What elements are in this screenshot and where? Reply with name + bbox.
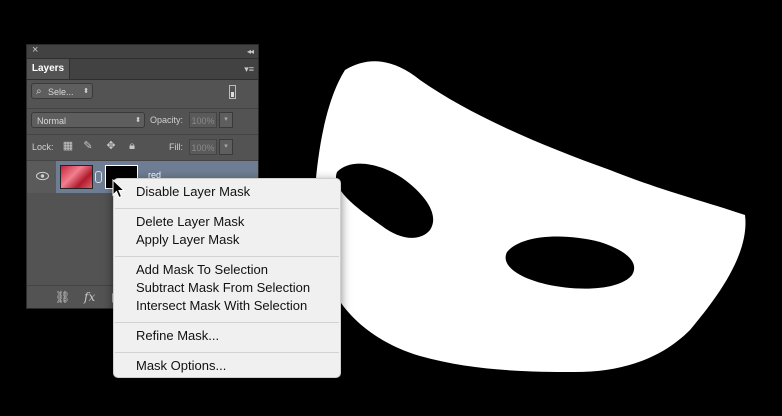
filter-toggle-switch[interactable] [229, 85, 236, 99]
cursor-arrow-icon [112, 179, 126, 199]
panel-menu-icon[interactable]: ▾≡ [244, 63, 254, 75]
lock-image-pixels-icon[interactable]: ✎ [82, 140, 94, 152]
fill-field[interactable]: 100% [189, 139, 217, 155]
menu-separator [115, 322, 339, 323]
filter-kind-label: Sele... [48, 87, 74, 97]
collapse-icon[interactable]: ◂◂ [247, 45, 254, 58]
filter-kind-select[interactable]: ⌕ Sele... ⬍ [31, 83, 93, 99]
eye-icon[interactable] [36, 171, 49, 181]
fx-icon[interactable]: fx [84, 289, 95, 305]
menu-item-mask-options[interactable]: Mask Options... [136, 357, 226, 375]
link-layers-icon[interactable]: ⛓︎ [55, 289, 70, 305]
opacity-label: Opacity: [150, 115, 184, 125]
lock-row: Lock: ▦ ✎ ✥ 🔒︎ Fill: 100% ▾ [27, 134, 258, 161]
menu-separator [115, 256, 339, 257]
layer-thumbnail[interactable] [60, 165, 93, 189]
close-icon[interactable]: × [32, 44, 38, 57]
menu-separator [115, 352, 339, 353]
panel-tab-bar: Layers ▾≡ [27, 59, 258, 80]
menu-separator [115, 208, 339, 209]
menu-item-add-mask-to-selection[interactable]: Add Mask To Selection [136, 261, 268, 279]
panel-title-bar: × ◂◂ [27, 44, 258, 59]
tab-layers[interactable]: Layers [27, 59, 70, 79]
blend-mode-select[interactable]: Normal ⬍ [31, 112, 145, 128]
menu-item-subtract-mask-from-selection[interactable]: Subtract Mask From Selection [136, 279, 310, 297]
menu-item-intersect-mask-with-selection[interactable]: Intersect Mask With Selection [136, 297, 307, 315]
opacity-dropdown-button[interactable]: ▾ [219, 112, 233, 128]
menu-item-apply-layer-mask[interactable]: Apply Layer Mask [136, 231, 239, 249]
lock-label: Lock: [32, 142, 54, 152]
blend-mode-value: Normal [37, 116, 67, 126]
search-icon: ⌕ [36, 86, 42, 97]
filter-row: ⌕ Sele... ⬍ [27, 80, 258, 109]
menu-item-disable-layer-mask[interactable]: Disable Layer Mask [136, 183, 250, 201]
layer-mask-context-menu: Disable Layer Mask Delete Layer Mask App… [113, 178, 341, 378]
fill-label: Fill: [169, 142, 183, 152]
fill-dropdown-button[interactable]: ▾ [219, 139, 233, 155]
mask-link-icon[interactable] [95, 171, 102, 183]
updown-arrows-icon: ⬍ [83, 88, 89, 95]
menu-item-refine-mask[interactable]: Refine Mask... [136, 327, 219, 345]
menu-item-delete-layer-mask[interactable]: Delete Layer Mask [136, 213, 244, 231]
lock-all-icon[interactable]: 🔒︎ [126, 140, 138, 152]
opacity-field[interactable]: 100% [189, 112, 217, 128]
lock-position-icon[interactable]: ✥ [105, 140, 117, 152]
blend-row: Normal ⬍ Opacity: 100% ▾ [27, 108, 258, 135]
updown-arrows-icon: ⬍ [135, 117, 141, 124]
lock-transparent-pixels-icon[interactable]: ▦ [62, 140, 74, 152]
